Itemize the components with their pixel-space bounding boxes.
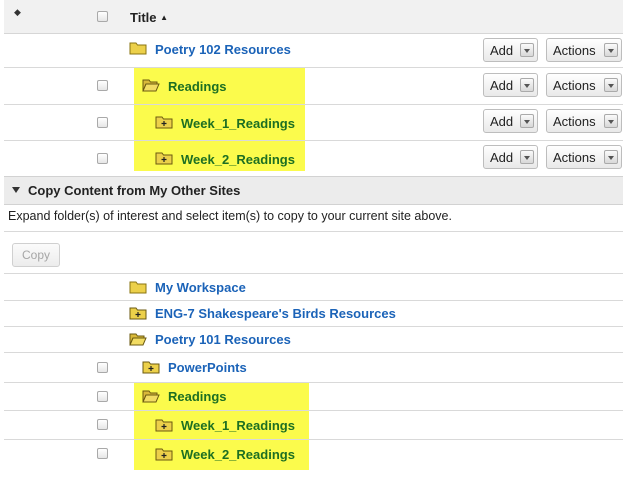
actions-button[interactable]: Actions — [546, 145, 622, 169]
chevron-down-icon — [604, 78, 618, 92]
row-checkbox[interactable] — [97, 419, 108, 430]
folder-link[interactable]: My Workspace — [155, 280, 246, 295]
sort-ascending-icon: ▲ — [160, 13, 169, 22]
list-item: Readings — [4, 383, 623, 411]
select-all-checkbox[interactable] — [97, 11, 108, 22]
list-item: Week_2_Readings — [4, 440, 623, 470]
list-item: My Workspace — [4, 273, 623, 301]
expand-folder-icon[interactable] — [155, 115, 173, 129]
actions-button[interactable]: Actions — [546, 38, 622, 62]
row-checkbox[interactable] — [97, 391, 108, 402]
list-item: Week_1_Readings — [4, 411, 623, 440]
folder-link[interactable]: PowerPoints — [168, 360, 247, 375]
row-checkbox[interactable] — [97, 153, 108, 164]
expand-folder-icon[interactable] — [142, 360, 160, 374]
folder-link[interactable]: Poetry 101 Resources — [155, 332, 291, 347]
expand-folder-icon[interactable] — [155, 418, 173, 432]
table-row: Readings Add Actions — [4, 67, 623, 105]
row-checkbox[interactable] — [97, 80, 108, 91]
open-folder-icon[interactable] — [129, 332, 147, 346]
row-checkbox[interactable] — [97, 362, 108, 373]
table-header: ◆ Title ▲ — [4, 0, 623, 34]
open-folder-icon[interactable] — [142, 389, 160, 403]
folder-link[interactable]: Week_2_Readings — [181, 152, 295, 167]
folder-link[interactable]: Readings — [168, 389, 227, 404]
row-checkbox[interactable] — [97, 448, 108, 459]
actions-button[interactable]: Actions — [546, 109, 622, 133]
sort-arrows-icon[interactable]: ◆ — [14, 8, 21, 17]
expand-folder-icon[interactable] — [155, 447, 173, 461]
expand-folder-icon[interactable] — [129, 306, 147, 320]
row-checkbox[interactable] — [97, 117, 108, 128]
instructions-text: Expand folder(s) of interest and select … — [8, 209, 452, 223]
folder-link[interactable]: ENG-7 Shakespeare's Birds Resources — [155, 306, 396, 321]
open-folder-icon[interactable] — [142, 78, 160, 92]
list-item: PowerPoints — [4, 353, 623, 383]
table-row: Week_2_Readings Add Actions — [4, 140, 623, 176]
add-button[interactable]: Add — [483, 109, 538, 133]
list-item: Poetry 101 Resources — [4, 327, 623, 353]
list-item: ENG-7 Shakespeare's Birds Resources — [4, 300, 623, 327]
folder-link[interactable]: Week_2_Readings — [181, 447, 295, 462]
folder-link[interactable]: Week_1_Readings — [181, 116, 295, 131]
chevron-down-icon — [520, 78, 534, 92]
chevron-down-icon — [520, 114, 534, 128]
folder-icon — [129, 42, 147, 55]
folder-link[interactable]: Readings — [168, 79, 227, 94]
chevron-down-icon — [604, 114, 618, 128]
table-row: Week_1_Readings Add Actions — [4, 104, 623, 141]
add-button[interactable]: Add — [483, 38, 538, 62]
chevron-down-icon — [520, 43, 534, 57]
folder-icon — [129, 281, 147, 294]
copy-section-header[interactable]: Copy Content from My Other Sites — [4, 176, 623, 205]
collapse-triangle-icon[interactable] — [12, 187, 20, 193]
copy-button[interactable]: Copy — [12, 243, 60, 267]
chevron-down-icon — [604, 150, 618, 164]
table-row: Poetry 102 Resources Add Actions — [4, 33, 623, 68]
title-column-header[interactable]: Title ▲ — [130, 10, 168, 25]
expand-folder-icon[interactable] — [155, 151, 173, 165]
chevron-down-icon — [604, 43, 618, 57]
actions-button[interactable]: Actions — [546, 73, 622, 97]
add-button[interactable]: Add — [483, 145, 538, 169]
section-title: Copy Content from My Other Sites — [28, 183, 241, 198]
instructions-row: Expand folder(s) of interest and select … — [4, 204, 623, 232]
folder-link[interactable]: Week_1_Readings — [181, 418, 295, 433]
add-button[interactable]: Add — [483, 73, 538, 97]
chevron-down-icon — [520, 150, 534, 164]
folder-link[interactable]: Poetry 102 Resources — [155, 42, 291, 57]
